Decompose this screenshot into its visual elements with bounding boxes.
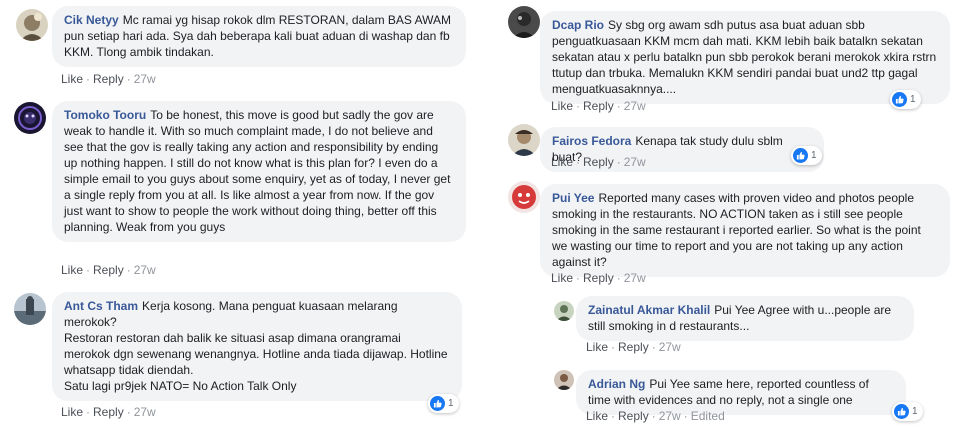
like-link[interactable]: Like [551, 271, 573, 285]
avatar[interactable] [554, 301, 574, 321]
comment-text: Sy sbg org awam sdh putus asa buat aduan… [552, 18, 937, 96]
avatar[interactable] [14, 293, 46, 325]
reply-link[interactable]: Reply [583, 155, 614, 169]
edited-label[interactable]: Edited [691, 409, 725, 423]
separator: · [683, 409, 688, 423]
reaction-number: 1 [811, 150, 817, 161]
separator: · [576, 271, 581, 285]
like-icon [793, 148, 808, 163]
reaction-number: 1 [448, 398, 454, 409]
comment-author[interactable]: Pui Yee [552, 191, 594, 205]
separator: · [651, 409, 656, 423]
comment-bubble: Zainatul Akmar Khalil Pui Yee Agree with … [576, 296, 914, 341]
comment-bubble: Tomoko Tooru To be honest, this move is g… [52, 101, 466, 242]
reaction-number: 1 [910, 94, 916, 105]
avatar[interactable] [508, 6, 540, 38]
comment-actions: Like · Reply · 27w [551, 154, 646, 170]
timestamp[interactable]: 27w [659, 340, 681, 354]
separator: · [126, 72, 131, 86]
avatar[interactable] [16, 9, 48, 41]
like-link[interactable]: Like [61, 263, 83, 277]
like-link[interactable]: Like [551, 155, 573, 169]
like-link[interactable]: Like [551, 99, 573, 113]
separator: · [611, 409, 616, 423]
like-link[interactable]: Like [586, 409, 608, 423]
reply-link[interactable]: Reply [618, 340, 649, 354]
reply-link[interactable]: Reply [618, 409, 649, 423]
separator: · [616, 99, 621, 113]
comment-actions: Like · Reply · 27w · Edited [586, 408, 725, 424]
timestamp[interactable]: 27w [134, 405, 156, 419]
comment-text: Kerja kosong. Mana penguat kuasaan melar… [64, 299, 448, 393]
reply-link[interactable]: Reply [93, 405, 124, 419]
timestamp[interactable]: 27w [134, 72, 156, 86]
reply-link[interactable]: Reply [93, 72, 124, 86]
reaction-count[interactable]: 1 [892, 402, 923, 421]
comment-author[interactable]: Dcap Rio [552, 18, 604, 32]
comment-author[interactable]: Cik Netyy [64, 13, 119, 27]
comment-text: Mc ramai yg hisap rokok dlm RESTORAN, da… [64, 13, 452, 59]
reply-link[interactable]: Reply [93, 263, 124, 277]
separator: · [576, 155, 581, 169]
comment-author[interactable]: Adrian Ng [588, 377, 645, 391]
timestamp[interactable]: 27w [134, 263, 156, 277]
comment-author[interactable]: Zainatul Akmar Khalil [588, 303, 710, 317]
like-icon [430, 396, 445, 411]
separator: · [651, 340, 656, 354]
reaction-number: 1 [912, 406, 918, 417]
timestamp[interactable]: 27w [624, 155, 646, 169]
comment-bubble: Pui Yee Reported many cases with proven v… [540, 184, 950, 277]
separator: · [576, 99, 581, 113]
comment-actions: Like · Reply · 27w [551, 270, 646, 286]
timestamp[interactable]: 27w [624, 271, 646, 285]
like-icon [892, 92, 907, 107]
comment-text: To be honest, this move is good but sadl… [64, 108, 451, 234]
separator: · [86, 263, 91, 277]
avatar[interactable] [14, 102, 46, 134]
avatar[interactable] [508, 181, 540, 213]
reaction-count[interactable]: 1 [890, 90, 921, 109]
comment-author[interactable]: Ant Cs Tham [64, 299, 138, 313]
comment-bubble: Dcap Rio Sy sbg org awam sdh putus asa bu… [540, 11, 950, 104]
comment-actions: Like · Reply · 27w [61, 404, 156, 420]
reply-link[interactable]: Reply [583, 99, 614, 113]
like-link[interactable]: Like [61, 405, 83, 419]
comment-author[interactable]: Fairos Fedora [552, 134, 631, 148]
reaction-count[interactable]: 1 [791, 146, 822, 165]
comment-actions: Like · Reply · 27w [586, 339, 681, 355]
reply-link[interactable]: Reply [583, 271, 614, 285]
reaction-count[interactable]: 1 [428, 394, 459, 413]
separator: · [616, 155, 621, 169]
separator: · [616, 271, 621, 285]
comment-actions: Like · Reply · 27w [61, 71, 156, 87]
comment-bubble: Cik Netyy Mc ramai yg hisap rokok dlm RES… [52, 6, 466, 67]
comment-actions: Like · Reply · 27w [551, 98, 646, 114]
comment-actions: Like · Reply · 27w [61, 262, 156, 278]
comment-bubble: Ant Cs Tham Kerja kosong. Mana penguat ku… [52, 292, 462, 401]
comment-author[interactable]: Tomoko Tooru [64, 108, 146, 122]
separator: · [86, 405, 91, 419]
separator: · [126, 405, 131, 419]
separator: · [86, 72, 91, 86]
separator: · [611, 340, 616, 354]
comment-text: Reported many cases with proven video an… [552, 191, 921, 269]
avatar[interactable] [508, 124, 540, 156]
timestamp[interactable]: 27w [659, 409, 681, 423]
like-link[interactable]: Like [61, 72, 83, 86]
timestamp[interactable]: 27w [624, 99, 646, 113]
like-link[interactable]: Like [586, 340, 608, 354]
avatar[interactable] [554, 370, 574, 390]
like-icon [894, 404, 909, 419]
separator: · [126, 263, 131, 277]
